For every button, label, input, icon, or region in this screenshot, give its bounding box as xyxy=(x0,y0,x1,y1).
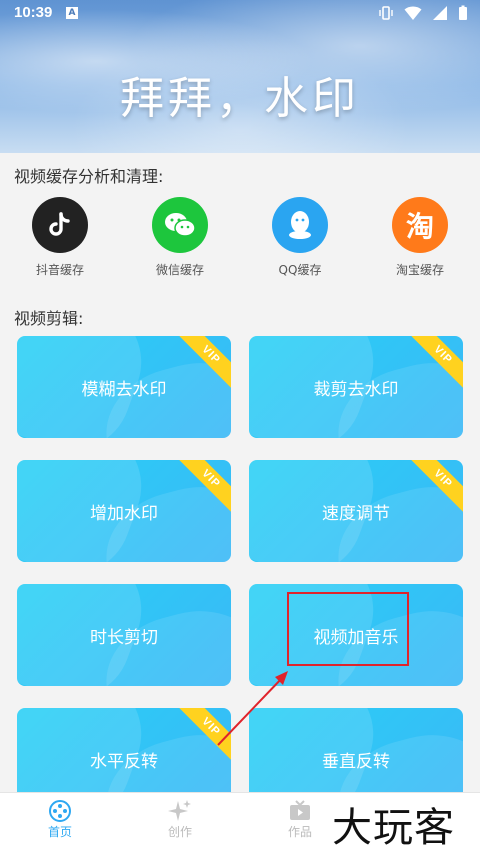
site-watermark: 大玩客 xyxy=(332,805,455,851)
annotation-arrow xyxy=(217,671,288,746)
